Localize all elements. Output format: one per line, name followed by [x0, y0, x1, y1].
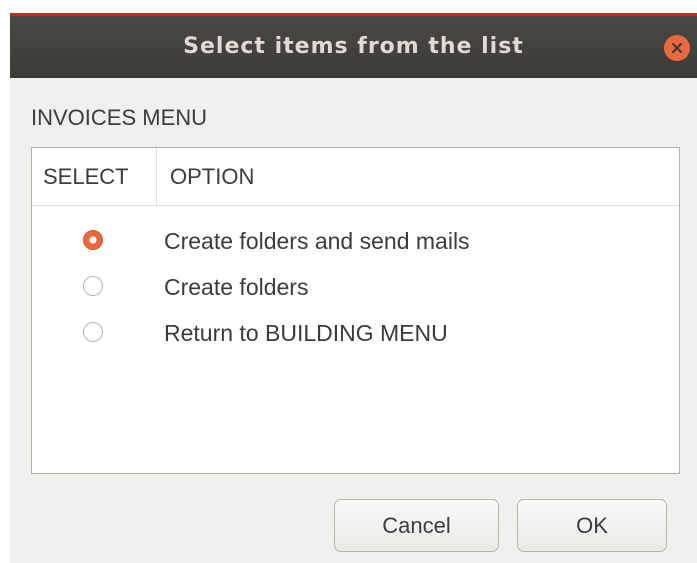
radio-button[interactable] — [83, 230, 103, 250]
options-table: SELECT OPTION Create folders and send ma… — [31, 147, 680, 474]
option-label[interactable]: Create folders — [164, 264, 308, 310]
close-button[interactable] — [664, 35, 690, 61]
table-header: SELECT OPTION — [32, 148, 679, 206]
column-header-option[interactable]: OPTION — [157, 148, 679, 205]
ok-button[interactable]: OK — [517, 499, 667, 552]
cancel-button[interactable]: Cancel — [334, 499, 499, 552]
table-row[interactable]: Create folders — [32, 264, 679, 310]
option-label[interactable]: Return to BUILDING MENU — [164, 310, 448, 356]
close-icon — [672, 43, 682, 53]
radio-button[interactable] — [83, 276, 103, 296]
radio-button[interactable] — [83, 322, 103, 342]
screen: Select items from the list INVOICES MENU… — [0, 0, 697, 563]
window-title: Select items from the list — [183, 34, 524, 59]
select-items-dialog: Select items from the list INVOICES MENU… — [10, 13, 697, 563]
title-bar: Select items from the list — [10, 16, 697, 78]
column-header-select[interactable]: SELECT — [32, 148, 157, 205]
table-row[interactable]: Return to BUILDING MENU — [32, 310, 679, 356]
table-row[interactable]: Create folders and send mails — [32, 218, 679, 264]
menu-label: INVOICES MENU — [31, 105, 208, 130]
option-label[interactable]: Create folders and send mails — [164, 218, 470, 264]
